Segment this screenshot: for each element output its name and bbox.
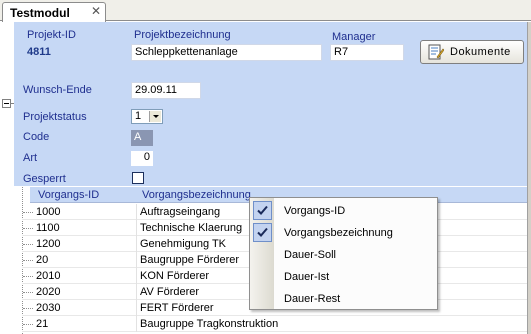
tree-branch — [23, 244, 33, 245]
column-divider — [136, 252, 137, 268]
column-divider — [136, 236, 137, 252]
table-row[interactable]: 21 Baugruppe Tragkonstruktion — [22, 316, 527, 332]
row-name: KON Förderer — [140, 270, 210, 282]
row-name: Baugruppe Förderer — [140, 254, 240, 266]
menu-item[interactable]: Dauer-Ist — [250, 266, 437, 288]
project-name-label: Projektbezeichnung — [134, 29, 231, 41]
status-select-value: 1 — [135, 110, 142, 122]
tab-title: Testmodul — [10, 6, 70, 20]
status-select[interactable]: 1 — [131, 109, 163, 124]
locked-label: Gesperrt — [23, 173, 66, 185]
row-name: FERT Förderer — [140, 302, 214, 314]
tab-testmodul[interactable]: Testmodul ✕ — [2, 2, 106, 22]
row-id: 1100 — [36, 222, 60, 234]
close-icon[interactable]: ✕ — [91, 5, 101, 17]
wish-end-field[interactable]: 29.09.11 — [131, 82, 201, 99]
document-edit-icon — [428, 44, 444, 60]
menu-item[interactable]: Vorgangs-ID — [250, 200, 437, 222]
documents-button-label: Dokumente — [450, 46, 511, 58]
window-edge — [527, 22, 531, 334]
menu-item[interactable]: Dauer-Rest — [250, 288, 437, 310]
tree-gutter — [0, 22, 14, 334]
tab-strip: Testmodul ✕ — [0, 0, 531, 22]
art-label: Art — [23, 152, 38, 164]
row-id: 20 — [36, 254, 49, 266]
menu-item-label: Vorgangsbezeichnung — [284, 227, 393, 239]
project-id-value: 4811 — [27, 46, 51, 58]
column-divider — [136, 284, 137, 300]
tree-branch — [23, 308, 33, 309]
column-divider — [136, 204, 137, 220]
tree-branch — [23, 212, 33, 213]
row-id: 1200 — [36, 238, 61, 250]
tree-branch — [23, 292, 33, 293]
menu-item-label: Vorgangs-ID — [284, 205, 346, 217]
art-field[interactable]: 0 — [131, 151, 153, 166]
row-id: 2030 — [36, 302, 61, 314]
row-id: 2010 — [36, 270, 61, 282]
manager-label: Manager — [332, 31, 376, 43]
column-divider — [136, 316, 137, 332]
row-id: 2020 — [36, 286, 61, 298]
menu-item[interactable]: Vorgangsbezeichnung — [250, 222, 437, 244]
tree-branch — [23, 228, 33, 229]
tree-branch — [23, 276, 33, 277]
column-divider — [136, 268, 137, 284]
chevron-down-icon[interactable] — [149, 111, 161, 122]
collapse-icon[interactable] — [2, 99, 11, 108]
documents-button[interactable]: Dokumente — [420, 40, 524, 64]
tree-branch — [23, 324, 33, 325]
code-label: Code — [23, 131, 50, 143]
code-field[interactable]: A — [131, 130, 153, 146]
column-chooser-menu: Vorgangs-ID Vorgangsbezeichnung Dauer-Soll… — [249, 197, 438, 310]
tree-branch — [23, 260, 33, 261]
row-name: Technische Klaerung — [140, 222, 243, 234]
row-name: AV Förderer — [140, 286, 200, 298]
column-divider — [136, 300, 137, 316]
menu-item-label: Dauer-Soll — [284, 249, 336, 261]
menu-item-label: Dauer-Ist — [284, 271, 330, 283]
status-label: Projektstatus — [23, 111, 87, 123]
project-name-field[interactable]: Schleppkettenanlage — [131, 44, 322, 61]
menu-item[interactable]: Dauer-Soll — [250, 244, 437, 266]
checkmark-icon — [253, 201, 272, 220]
row-name: Baugruppe Tragkonstruktion — [140, 318, 279, 330]
project-id-label: Projekt-ID — [27, 29, 76, 41]
column-header-id[interactable]: Vorgangs-ID — [38, 189, 99, 201]
row-id: 21 — [36, 318, 49, 330]
manager-field[interactable]: R7 — [330, 44, 404, 61]
column-header-name[interactable]: Vorgangsbezeichnung — [142, 189, 251, 201]
wish-end-label: Wunsch-Ende — [23, 84, 92, 96]
row-name: Auftragseingang — [140, 206, 221, 218]
row-id: 1000 — [36, 206, 61, 218]
menu-item-label: Dauer-Rest — [284, 293, 341, 305]
column-divider — [136, 220, 137, 236]
checkmark-icon — [253, 223, 272, 242]
row-name: Genehmigung TK — [140, 238, 227, 250]
locked-checkbox[interactable] — [132, 172, 144, 184]
